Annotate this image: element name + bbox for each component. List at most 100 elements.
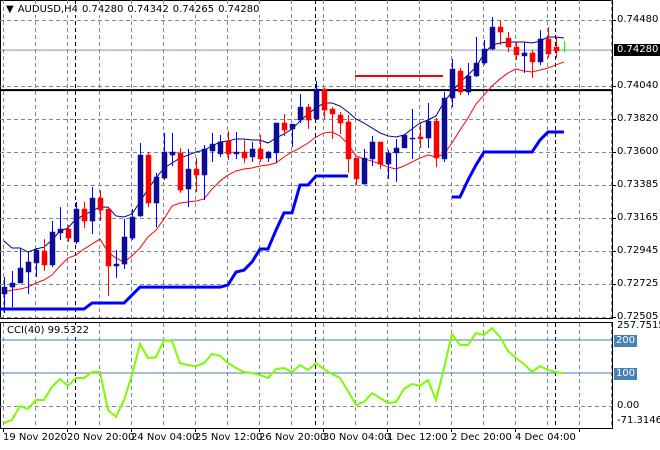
candle-body <box>449 68 456 99</box>
open-value: 0.74280 <box>82 4 124 15</box>
candle-body <box>121 236 128 265</box>
cci-min-label: -71.3146 <box>617 415 660 426</box>
candle-body <box>257 148 264 160</box>
triangle-down-icon[interactable]: ▼ <box>6 4 14 15</box>
candle-body <box>425 120 432 139</box>
price-axis-label: 0.74040 <box>617 80 659 92</box>
candle-body <box>81 208 88 222</box>
price-axis-label: 0.73385 <box>617 178 659 190</box>
candle-body <box>41 250 48 266</box>
candle-body <box>193 168 200 176</box>
candle-body <box>273 122 280 154</box>
time-axis-label: 2 Dec 20:00 <box>451 432 512 443</box>
price-axis-label: 0.73165 <box>617 211 659 223</box>
candle-body <box>377 141 384 165</box>
price-panel-frame <box>0 0 613 319</box>
candle-body <box>385 152 392 165</box>
candle-body <box>33 249 40 264</box>
cci-panel-frame <box>0 322 613 429</box>
candle-body <box>145 154 152 204</box>
cci-label: CCI(40) 99.5322 <box>6 325 90 336</box>
price-axis-label: 0.73600 <box>617 146 659 158</box>
candle-body <box>481 48 488 64</box>
chart-header: ▼ AUDUSD,H4 0.74280 0.74342 0.74265 0.74280 <box>4 4 266 15</box>
candle-body <box>241 151 248 159</box>
candle-body <box>161 151 168 179</box>
cci-line <box>3 326 565 425</box>
high-value: 0.74342 <box>127 4 169 15</box>
time-axis-label: 4 Dec 04:00 <box>515 432 576 443</box>
candle-body <box>9 282 16 288</box>
candle-body <box>65 228 72 239</box>
time-axis-label: 19 Nov 2020 <box>3 432 68 443</box>
candle-body <box>129 216 136 239</box>
time-axis-label: 20 Nov 20:00 <box>67 432 135 443</box>
candle-body <box>417 136 424 140</box>
candle-body <box>361 157 368 185</box>
candle-body <box>305 106 312 121</box>
candle-body <box>201 148 208 176</box>
time-axis-label: 1 Dec 12:00 <box>387 432 448 443</box>
candle-body <box>209 143 216 152</box>
candle-body <box>113 263 120 267</box>
candle-body <box>225 140 232 155</box>
cci-level-100-label: 100 <box>614 368 638 380</box>
candle-body <box>73 208 80 243</box>
candle-body <box>369 141 376 160</box>
candle-body <box>233 151 240 155</box>
candle-body <box>545 38 552 55</box>
price-axis-label: 0.73820 <box>617 113 659 125</box>
candle-body <box>17 267 24 284</box>
candle-body <box>345 121 352 160</box>
candle-body <box>281 122 288 131</box>
candle-body <box>265 151 272 159</box>
candle-body <box>177 152 184 191</box>
candle-body <box>105 208 112 267</box>
candle-body <box>401 134 408 149</box>
candle-body <box>521 52 528 57</box>
candle-body <box>217 141 224 155</box>
candle-body <box>313 88 320 120</box>
candle-body <box>289 123 296 130</box>
close-value: 0.74280 <box>218 4 260 15</box>
candle-body <box>393 147 400 154</box>
symbol-label: AUDUSD,H4 <box>17 4 78 15</box>
candle-body <box>249 148 256 158</box>
candle-body <box>537 38 544 63</box>
candle-body <box>185 168 192 190</box>
candle-body <box>473 62 480 77</box>
candle-body <box>553 46 560 52</box>
candle-body <box>433 120 440 159</box>
candle-body <box>57 228 64 234</box>
candle-body <box>1 286 8 295</box>
cci-level-200-label: 200 <box>614 335 638 347</box>
price-axis-label: 0.72725 <box>617 277 659 289</box>
candle-body <box>169 151 176 156</box>
candle-body <box>409 137 416 140</box>
candle-body <box>353 157 360 180</box>
candle-body <box>513 46 520 56</box>
cci-zero-label: 0.00 <box>617 400 640 411</box>
candle-body <box>329 108 336 115</box>
candle-body <box>297 106 304 121</box>
candle-body <box>489 26 496 50</box>
candle-body <box>153 176 160 204</box>
low-value: 0.74265 <box>172 4 215 15</box>
candle-body <box>97 197 104 211</box>
candle-body <box>505 37 512 48</box>
price-axis-label: 0.74480 <box>617 14 659 25</box>
candle-body <box>457 70 464 93</box>
candle-body <box>321 88 328 111</box>
current-price-label: 0.74280 <box>614 44 660 56</box>
chart-canvas[interactable] <box>0 0 660 450</box>
candle-body <box>137 154 144 217</box>
candle-body <box>441 97 448 160</box>
cci-max-label: 257.7515 <box>617 320 660 331</box>
candle-body <box>465 75 472 93</box>
time-axis-label: 25 Nov 12:00 <box>195 432 263 443</box>
time-axis-label: 26 Nov 20:00 <box>259 432 327 443</box>
time-axis-label: 30 Nov 04:00 <box>323 432 391 443</box>
time-axis-label: 24 Nov 04:00 <box>131 432 199 443</box>
candle-body <box>49 231 56 266</box>
candle-body <box>25 261 32 273</box>
